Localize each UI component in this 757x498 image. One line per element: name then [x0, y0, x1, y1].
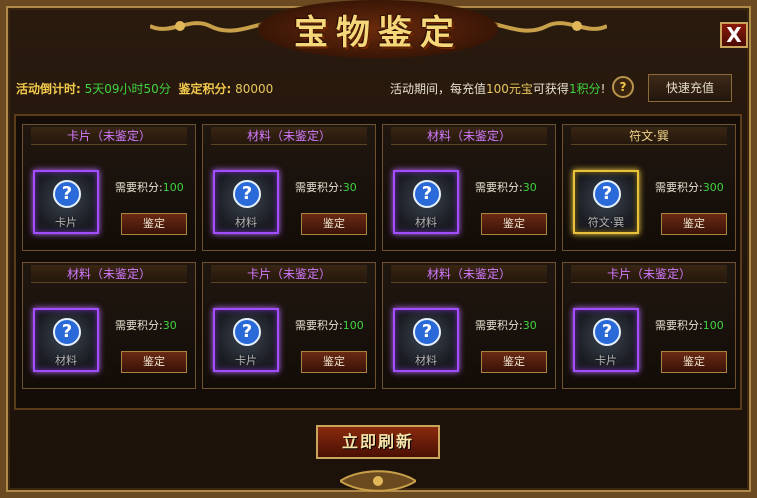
- countdown-label: 活动倒计时:: [16, 82, 81, 96]
- required-points-label: 需要积分:: [475, 181, 523, 194]
- item-card: 材料（未鉴定）? 材料 需要积分:30 鉴定: [382, 262, 556, 389]
- item-card: 卡片（未鉴定）? 卡片 需要积分:100 鉴定: [562, 262, 736, 389]
- required-points-label: 需要积分:: [655, 181, 703, 194]
- identify-button[interactable]: 鉴定: [121, 351, 187, 373]
- required-points: 需要积分:100: [295, 317, 364, 333]
- countdown-value: 5天09小时50分: [84, 82, 171, 96]
- item-card-title: 材料（未鉴定）: [31, 265, 187, 283]
- required-points-label: 需要积分:: [115, 319, 163, 332]
- required-points: 需要积分:100: [655, 317, 724, 333]
- item-slot-label: 材料: [55, 354, 77, 367]
- item-slot-label: 材料: [415, 216, 437, 229]
- item-card-title: 材料（未鉴定）: [391, 127, 547, 145]
- quick-recharge-button[interactable]: 快速充值: [648, 74, 732, 102]
- required-points-value: 100: [342, 319, 364, 332]
- item-slot-label: 卡片: [595, 354, 617, 367]
- identify-button[interactable]: 鉴定: [661, 351, 727, 373]
- recharge-promo: 活动期间，每充值100元宝可获得1积分!: [390, 79, 605, 99]
- item-slot-label: 符文·巽: [587, 216, 625, 229]
- question-card-icon: ?: [53, 180, 81, 208]
- item-card: 卡片（未鉴定）? 卡片 需要积分:100 鉴定: [22, 124, 196, 251]
- identify-button[interactable]: 鉴定: [661, 213, 727, 235]
- item-card-title: 材料（未鉴定）: [211, 127, 367, 145]
- item-slot-label: 材料: [415, 354, 437, 367]
- help-button[interactable]: ?: [612, 76, 634, 98]
- question-card-icon: ?: [593, 318, 621, 346]
- item-slot-label: 卡片: [55, 216, 77, 229]
- points-value: 80000: [235, 82, 274, 96]
- item-slot[interactable]: ? 卡片: [213, 308, 279, 372]
- item-card: 材料（未鉴定）? 材料 需要积分:30 鉴定: [22, 262, 196, 389]
- identify-button[interactable]: 鉴定: [301, 213, 367, 235]
- required-points-label: 需要积分:: [295, 181, 343, 194]
- item-slot[interactable]: ? 符文·巽: [573, 170, 639, 234]
- item-slot[interactable]: ? 卡片: [33, 170, 99, 234]
- item-card-title: 符文·巽: [571, 127, 727, 145]
- item-slot[interactable]: ? 卡片: [573, 308, 639, 372]
- item-card: 材料（未鉴定）? 材料 需要积分:30 鉴定: [202, 124, 376, 251]
- item-card: 符文·巽? 符文·巽 需要积分:300 鉴定: [562, 124, 736, 251]
- refresh-now-button[interactable]: 立即刷新: [316, 425, 440, 459]
- required-points: 需要积分:30: [295, 179, 357, 195]
- promo-suffix: !: [600, 82, 606, 96]
- title-banner: 宝物鉴定: [258, 0, 498, 58]
- item-card: 卡片（未鉴定）? 卡片 需要积分:100 鉴定: [202, 262, 376, 389]
- item-card: 材料（未鉴定）? 材料 需要积分:30 鉴定: [382, 124, 556, 251]
- item-card-title: 卡片（未鉴定）: [571, 265, 727, 283]
- required-points-value: 300: [702, 181, 724, 194]
- required-points-value: 100: [162, 181, 184, 194]
- question-rune-icon: ?: [593, 180, 621, 208]
- item-card-title: 卡片（未鉴定）: [211, 265, 367, 283]
- required-points-label: 需要积分:: [475, 319, 523, 332]
- item-card-title: 材料（未鉴定）: [391, 265, 547, 283]
- page-title: 宝物鉴定: [294, 12, 462, 53]
- item-slot[interactable]: ? 材料: [213, 170, 279, 234]
- required-points-value: 30: [522, 181, 537, 194]
- identify-button[interactable]: 鉴定: [481, 351, 547, 373]
- required-points-label: 需要积分:: [115, 181, 163, 194]
- identify-button[interactable]: 鉴定: [481, 213, 547, 235]
- points-label: 鉴定积分:: [178, 82, 232, 96]
- event-info: 活动倒计时: 5天09小时50分 鉴定积分: 80000: [16, 79, 273, 99]
- required-points-label: 需要积分:: [295, 319, 343, 332]
- item-slot[interactable]: ? 材料: [393, 170, 459, 234]
- identify-button[interactable]: 鉴定: [121, 213, 187, 235]
- item-card-title: 卡片（未鉴定）: [31, 127, 187, 145]
- required-points-value: 30: [522, 319, 537, 332]
- question-ore-icon: ?: [413, 318, 441, 346]
- required-points: 需要积分:100: [115, 179, 184, 195]
- item-slot[interactable]: ? 材料: [393, 308, 459, 372]
- bottom-ornament: [340, 470, 416, 492]
- question-card-icon: ?: [233, 318, 261, 346]
- required-points: 需要积分:30: [475, 179, 537, 195]
- promo-middle: 可获得: [532, 82, 569, 96]
- required-points-value: 30: [342, 181, 357, 194]
- item-slot[interactable]: ? 材料: [33, 308, 99, 372]
- item-slot-label: 卡片: [235, 354, 257, 367]
- question-ore-icon: ?: [53, 318, 81, 346]
- required-points: 需要积分:30: [115, 317, 177, 333]
- close-button[interactable]: X: [720, 22, 748, 48]
- identify-button[interactable]: 鉴定: [301, 351, 367, 373]
- required-points: 需要积分:300: [655, 179, 724, 195]
- promo-amount: 100元宝: [486, 82, 533, 96]
- required-points-value: 30: [162, 319, 177, 332]
- required-points-label: 需要积分:: [655, 319, 703, 332]
- required-points: 需要积分:30: [475, 317, 537, 333]
- items-panel: 卡片（未鉴定）? 卡片 需要积分:100 鉴定 材料（未鉴定）? 材料 需要积分:30 鉴定材…: [14, 114, 742, 410]
- required-points-value: 100: [702, 319, 724, 332]
- promo-prefix: 活动期间，每充值: [390, 82, 487, 96]
- promo-reward: 1积分: [568, 82, 601, 96]
- question-ore-icon: ?: [413, 180, 441, 208]
- item-slot-label: 材料: [235, 216, 257, 229]
- question-ore-icon: ?: [233, 180, 261, 208]
